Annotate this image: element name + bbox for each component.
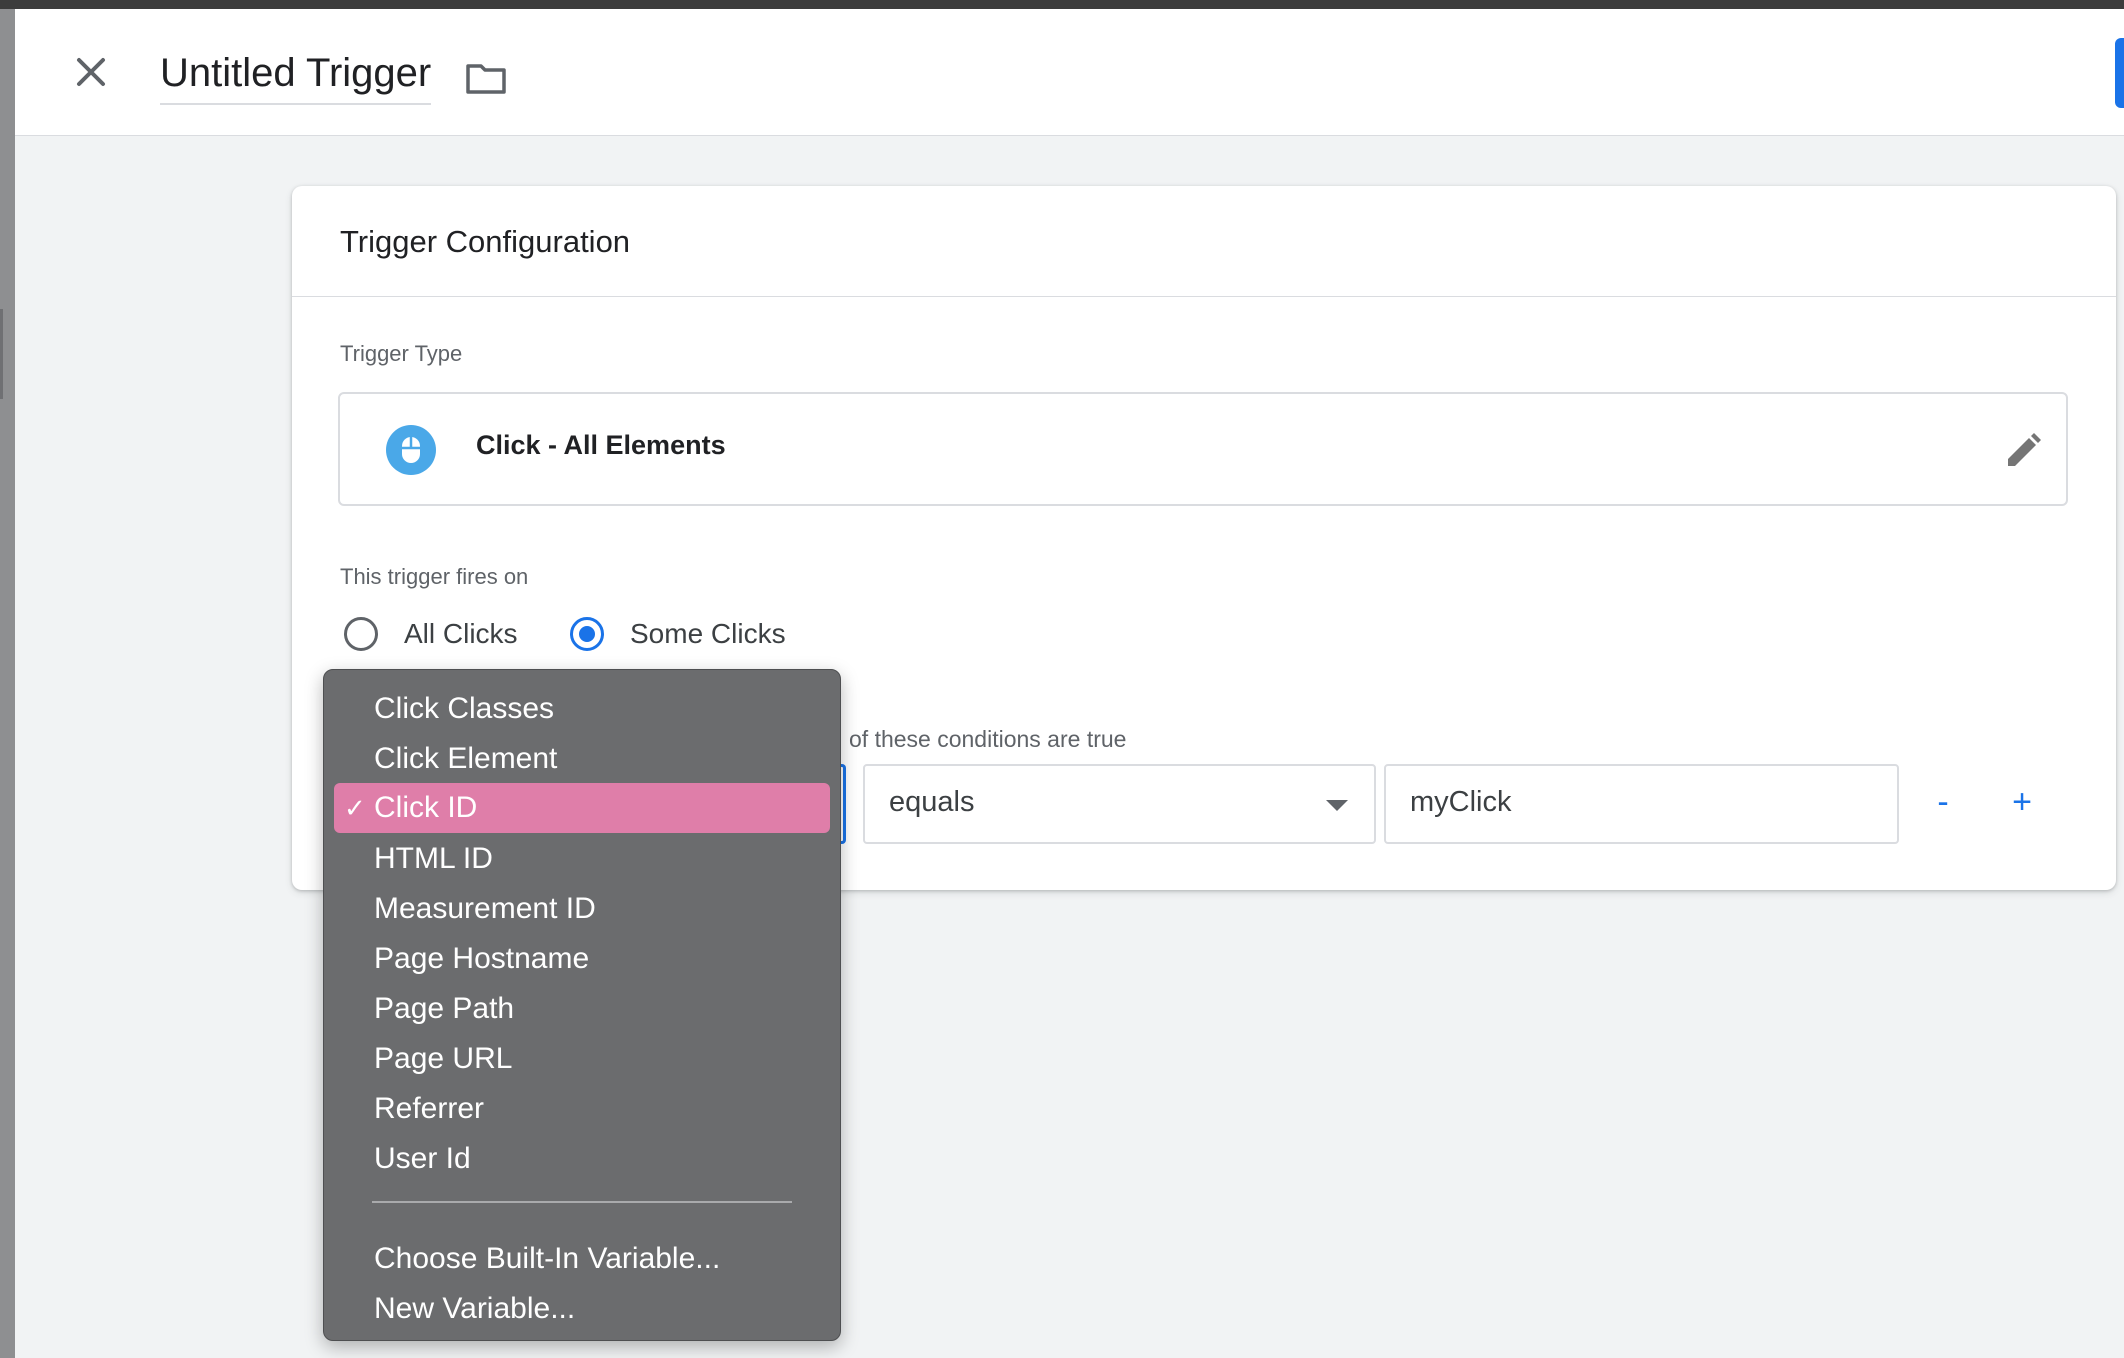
pencil-icon[interactable] — [2002, 430, 2044, 472]
menu-item-label: User Id — [374, 1142, 471, 1175]
trigger-name-input[interactable]: Untitled Trigger — [160, 49, 432, 105]
condition-value-input[interactable]: myClick — [1384, 764, 1899, 844]
window-top-bar — [0, 0, 2124, 9]
menu-item[interactable]: Click Element — [334, 734, 830, 784]
menu-item-label: New Variable... — [374, 1292, 576, 1325]
checkmark-icon: ✓ — [344, 793, 366, 823]
menu-item-label: Referrer — [374, 1092, 485, 1125]
menu-item[interactable]: HTML ID — [334, 834, 830, 884]
side-panel-edge — [0, 9, 15, 1358]
trigger-editor-header: Untitled Trigger — [15, 9, 2124, 136]
save-button[interactable] — [2115, 38, 2124, 108]
menu-item-label: Page Hostname — [374, 942, 590, 975]
variable-dropdown-menu: Click Classes Click Element ✓ Click ID H… — [323, 669, 841, 1341]
mouse-icon — [386, 425, 436, 475]
trigger-type-label: Trigger Type — [340, 341, 463, 366]
menu-divider — [372, 1201, 792, 1203]
chevron-down-icon — [1326, 800, 1348, 811]
radio-label: All Clicks — [404, 618, 518, 649]
menu-item[interactable]: Page URL — [334, 1034, 830, 1084]
menu-item-label: Click Element — [374, 742, 558, 775]
menu-item[interactable]: Page Hostname — [334, 934, 830, 984]
close-icon — [77, 58, 105, 86]
menu-item[interactable]: Referrer — [334, 1084, 830, 1134]
conditions-label: of these conditions are true — [849, 726, 1127, 752]
menu-item-label: Click ID — [374, 791, 478, 824]
menu-item-label: Page Path — [374, 992, 515, 1025]
menu-item[interactable]: Click Classes — [334, 684, 830, 734]
condition-value: myClick — [1410, 786, 1512, 818]
menu-item-label: HTML ID — [374, 842, 493, 875]
side-panel-marker — [0, 309, 3, 399]
add-condition-button[interactable]: + — [1993, 773, 2051, 831]
card-divider — [292, 296, 2116, 297]
trigger-type-name: Click - All Elements — [476, 430, 726, 460]
fires-on-label: This trigger fires on — [340, 564, 529, 589]
folder-icon — [466, 64, 506, 94]
operator-value: equals — [889, 786, 975, 818]
menu-item-new-variable[interactable]: New Variable... — [334, 1284, 830, 1334]
radio-label: Some Clicks — [630, 618, 786, 649]
remove-condition-button[interactable]: - — [1914, 773, 1972, 831]
menu-item-label: Click Classes — [374, 692, 555, 725]
menu-item-label: Page URL — [374, 1042, 513, 1075]
menu-item[interactable]: User Id — [334, 1134, 830, 1184]
operator-select[interactable]: equals — [863, 764, 1376, 844]
radio-unchecked-icon — [344, 617, 378, 651]
menu-item[interactable]: Measurement ID — [334, 884, 830, 934]
menu-item-label: Measurement ID — [374, 892, 596, 925]
folder-button[interactable] — [462, 54, 510, 102]
trigger-type-box[interactable]: Click - All Elements — [338, 392, 2068, 506]
close-button[interactable] — [68, 49, 114, 95]
menu-item-builtin-variable[interactable]: Choose Built-In Variable... — [334, 1234, 830, 1284]
menu-item[interactable]: Page Path — [334, 984, 830, 1034]
card-title: Trigger Configuration — [340, 224, 631, 259]
menu-item-selected[interactable]: ✓ Click ID — [334, 783, 830, 833]
menu-item-label: Choose Built-In Variable... — [374, 1242, 721, 1275]
radio-checked-icon — [570, 617, 604, 651]
